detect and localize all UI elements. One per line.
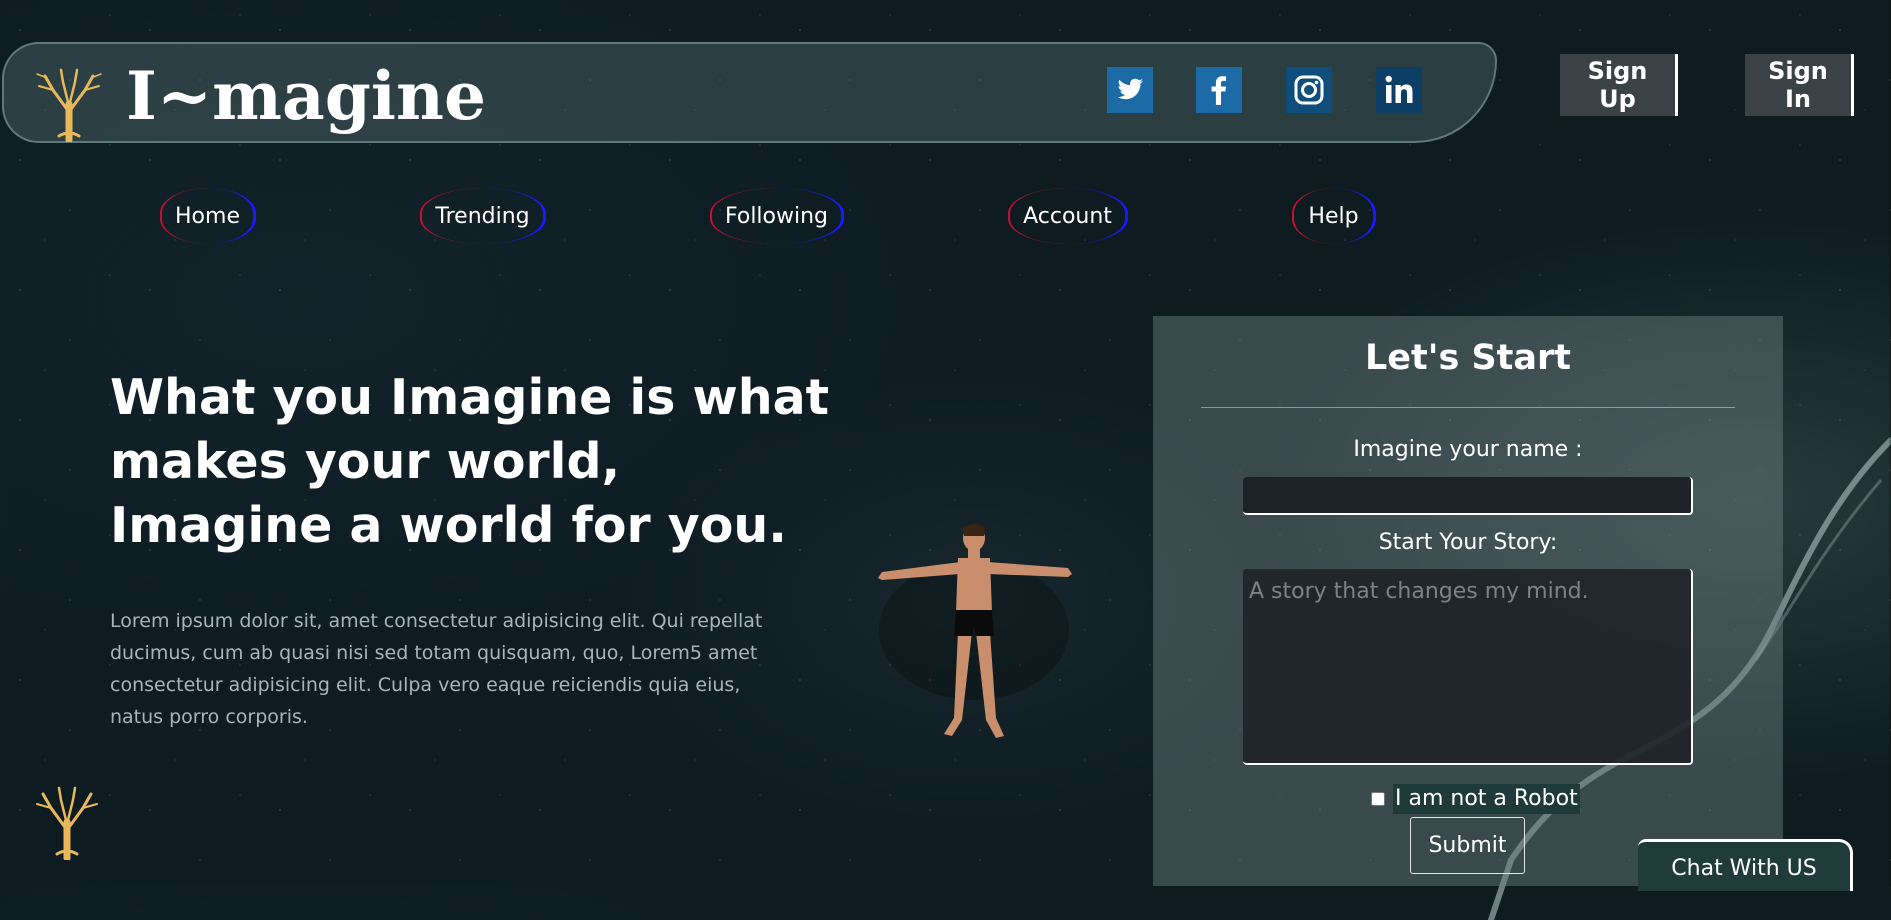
- instagram-link[interactable]: [1286, 67, 1332, 113]
- facebook-icon: [1196, 67, 1242, 113]
- tree-logo-icon: [36, 68, 102, 142]
- nav-help[interactable]: Help: [1292, 188, 1376, 244]
- form-divider: [1201, 407, 1735, 408]
- twitter-icon: [1107, 67, 1153, 113]
- nav-help-label: Help: [1308, 203, 1359, 229]
- facebook-link[interactable]: [1196, 67, 1242, 113]
- nav-home[interactable]: Home: [160, 188, 256, 244]
- name-label: Imagine your name :: [1353, 437, 1583, 462]
- story-label: Start Your Story:: [1378, 530, 1558, 555]
- nav-trending-label: Trending: [435, 203, 530, 229]
- brand-title: I~magine: [126, 57, 486, 135]
- form-title: Let's Start: [1364, 338, 1572, 378]
- nav-home-label: Home: [175, 203, 240, 229]
- robot-label: I am not a Robot: [1393, 784, 1580, 814]
- hero-title: What you Imagine is what makes your worl…: [110, 369, 830, 554]
- nav-following-label: Following: [724, 203, 829, 229]
- nav-account[interactable]: Account: [1008, 188, 1128, 244]
- chat-with-us-button[interactable]: Chat With US: [1638, 839, 1853, 891]
- story-textarea[interactable]: [1243, 569, 1693, 765]
- corner-tree-icon: [36, 786, 98, 860]
- nav-trending[interactable]: Trending: [420, 188, 546, 244]
- floating-person-image: [878, 524, 1072, 738]
- robot-checkbox[interactable]: [1371, 792, 1385, 806]
- name-input[interactable]: [1243, 477, 1693, 515]
- instagram-icon: [1286, 67, 1332, 113]
- submit-button[interactable]: Submit: [1410, 817, 1525, 874]
- linkedin-link[interactable]: [1376, 67, 1422, 113]
- twitter-link[interactable]: [1107, 67, 1153, 113]
- nav-account-label: Account: [1023, 203, 1112, 229]
- signup-form-panel: Let's Start Imagine your name : Start Yo…: [1153, 316, 1783, 886]
- sign-up-button[interactable]: Sign Up: [1560, 54, 1678, 116]
- hero-text: Lorem ipsum dolor sit, amet consectetur …: [110, 610, 763, 728]
- nav-following[interactable]: Following: [710, 188, 844, 244]
- linkedin-icon: [1376, 67, 1422, 113]
- sign-in-button[interactable]: Sign In: [1745, 54, 1854, 116]
